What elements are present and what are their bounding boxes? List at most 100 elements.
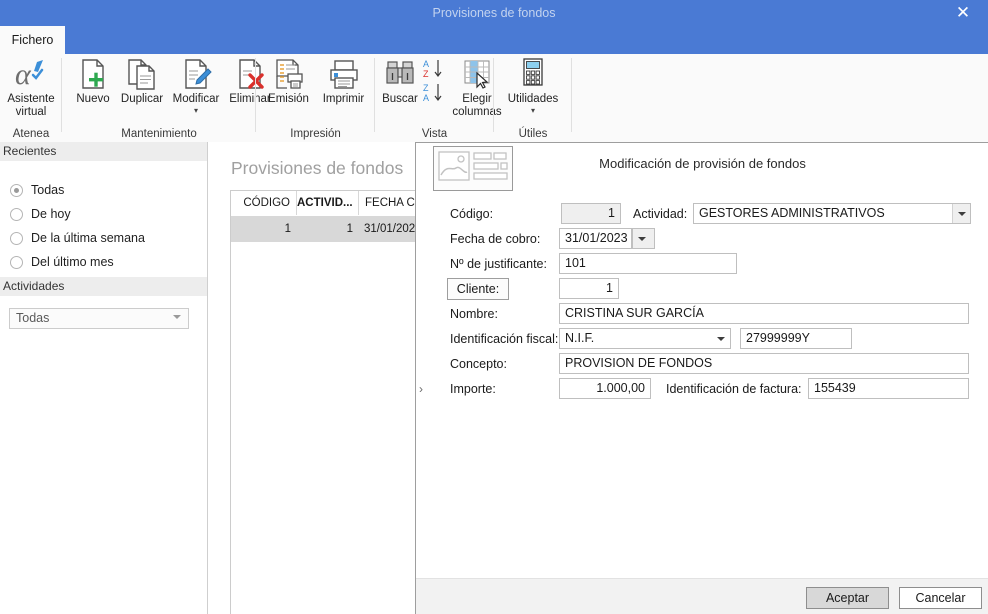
identificacion-factura-field[interactable]: 155439	[808, 378, 969, 399]
asistente-virtual-button[interactable]: α Asistente virtual	[2, 56, 60, 119]
actividad-select[interactable]: GESTORES ADMINISTRATIVOS	[693, 203, 971, 224]
ribbon-group-atenea: α Asistente virtual Atenea	[0, 54, 62, 142]
title-bar: Provisiones de fondos ✕	[0, 0, 988, 26]
chevron-down-icon[interactable]: ▾	[167, 107, 225, 115]
asistente-virtual-label-2: virtual	[15, 106, 47, 118]
tab-strip: Fichero	[0, 26, 988, 54]
new-document-icon	[67, 56, 119, 92]
cliente-field[interactable]: 1	[559, 278, 619, 299]
importe-field[interactable]: 1.000,00	[559, 378, 651, 399]
imprimir-button[interactable]: Imprimir	[316, 56, 371, 106]
filter-option-ultima-semana[interactable]: De la última semana	[10, 228, 145, 248]
dialog-footer: Aceptar Cancelar	[416, 578, 988, 614]
nuevo-button[interactable]: Nuevo	[67, 56, 119, 106]
utilidades-button[interactable]: Utilidades ▾	[496, 56, 570, 115]
duplicar-button[interactable]: Duplicar	[115, 56, 169, 106]
tab-fichero[interactable]: Fichero	[0, 26, 65, 54]
actividades-select[interactable]: Todas	[9, 308, 189, 329]
actividades-select-value: Todas	[16, 311, 50, 325]
concepto-field[interactable]: PROVISION DE FONDOS	[559, 353, 969, 374]
emision-button[interactable]: Emisión	[261, 56, 316, 106]
fecha-cobro-dropdown-button[interactable]	[632, 228, 655, 249]
buscar-button[interactable]: Buscar	[375, 56, 425, 106]
chevron-down-icon[interactable]	[633, 229, 654, 248]
svg-text:A: A	[423, 59, 429, 69]
report-emission-icon	[261, 56, 316, 92]
identificacion-fiscal-numero-field[interactable]: 27999999Y	[740, 328, 852, 349]
cliente-button[interactable]: Cliente:	[447, 278, 509, 300]
fecha-cobro-value: 31/01/2023	[565, 231, 628, 245]
actividad-label: Actividad:	[633, 207, 688, 221]
fecha-cobro-datepicker[interactable]: 31/01/2023	[559, 228, 632, 249]
form-row-fecha: Fecha de cobro: 31/01/2023	[416, 228, 988, 250]
modificar-label: Modificar	[172, 93, 220, 105]
form-row-concepto: Concepto: PROVISION DE FONDOS	[416, 353, 988, 375]
form-row-codigo: Código: 1 Actividad: GESTORES ADMINISTRA…	[416, 203, 988, 225]
identificacion-factura-label: Identificación de factura:	[666, 382, 802, 396]
sort-ascending-button[interactable]: A Z	[422, 58, 446, 81]
form-row-justificante: Nº de justificante: 101	[416, 253, 988, 275]
form-row-cliente: Cliente: 1	[416, 278, 988, 300]
radio-icon-ultimo-mes[interactable]	[10, 255, 23, 269]
modification-dialog: Modificación de provisión de fondos Códi…	[415, 142, 988, 614]
radio-icon-todas[interactable]	[10, 183, 23, 197]
duplicar-label: Duplicar	[120, 93, 164, 105]
asistente-virtual-label-1: Asistente	[7, 93, 55, 105]
ribbon-group-vista: Buscar A Z Z A Elegir columnas Vista	[375, 54, 502, 142]
fecha-cobro-label: Fecha de cobro:	[450, 232, 541, 246]
ribbon-group-utiles: Utilidades ▾ Útiles	[494, 54, 572, 142]
dialog-title: Modificación de provisión de fondos	[599, 156, 806, 171]
chevron-down-icon[interactable]: ▾	[496, 107, 570, 115]
nombre-field[interactable]: CRISTINA SUR GARCÍA	[559, 303, 969, 324]
sidebar-section-recientes-header: Recientes	[0, 142, 207, 161]
ribbon-separator	[571, 58, 572, 132]
filter-option-todas-label: Todas	[31, 183, 65, 197]
svg-text:Z: Z	[423, 83, 429, 93]
chevron-down-icon[interactable]	[712, 329, 730, 348]
modificar-button[interactable]: Modificar ▾	[167, 56, 225, 115]
page-title: Provisiones de fondos	[231, 158, 404, 178]
grid-column-header-actividad[interactable]: ACTIVID...	[297, 191, 359, 215]
svg-text:A: A	[423, 93, 429, 103]
justificante-field[interactable]: 101	[559, 253, 737, 274]
duplicate-document-icon	[115, 56, 169, 92]
codigo-label: Código:	[450, 207, 494, 221]
emision-label: Emisión	[268, 93, 309, 105]
imprimir-label: Imprimir	[322, 93, 365, 105]
codigo-field[interactable]: 1	[561, 203, 621, 224]
sidebar-section-actividades-header: Actividades	[0, 277, 207, 296]
edit-document-icon	[167, 56, 225, 92]
chevron-down-icon[interactable]	[952, 204, 970, 223]
filter-option-todas[interactable]: Todas	[10, 180, 64, 200]
atenea-alpha-icon: α	[2, 56, 60, 92]
identificacion-fiscal-tipo-value: N.I.F.	[565, 331, 595, 345]
svg-text:Z: Z	[423, 69, 429, 79]
radio-icon-ultima-semana[interactable]	[10, 231, 23, 245]
cancelar-button[interactable]: Cancelar	[899, 587, 982, 609]
ribbon-group-atenea-title: Atenea	[12, 128, 50, 140]
justificante-label: Nº de justificante:	[450, 257, 547, 271]
form-row-nombre: Nombre: CRISTINA SUR GARCÍA	[416, 303, 988, 325]
ribbon-group-impresion: Emisión Imprimir Impresión	[256, 54, 375, 142]
printer-icon	[316, 56, 371, 92]
grid-column-header-codigo[interactable]: CÓDIGO	[231, 191, 297, 215]
svg-text:α: α	[15, 58, 32, 91]
chevron-down-icon[interactable]	[173, 315, 181, 319]
concepto-label: Concepto:	[450, 357, 507, 371]
aceptar-button[interactable]: Aceptar	[806, 587, 889, 609]
sort-ascending-icon: A Z	[422, 58, 446, 80]
ribbon-toolbar: α Asistente virtual Atenea Nuevo Duplica…	[0, 54, 988, 143]
buscar-label: Buscar	[382, 93, 418, 105]
current-row-marker-icon: ›	[419, 382, 423, 396]
radio-icon-de-hoy[interactable]	[10, 207, 23, 221]
identificacion-fiscal-tipo-select[interactable]: N.I.F.	[559, 328, 731, 349]
filter-option-ultima-semana-label: De la última semana	[31, 231, 145, 245]
sort-descending-button[interactable]: Z A	[422, 82, 446, 105]
form-row-identificacion-fiscal: Identificación fiscal: N.I.F. 27999999Y	[416, 328, 988, 350]
close-icon[interactable]: ✕	[946, 0, 980, 26]
importe-label: Importe:	[450, 382, 496, 396]
identificacion-fiscal-label: Identificación fiscal:	[450, 332, 559, 346]
ribbon-group-vista-title: Vista	[421, 128, 448, 140]
filter-option-ultimo-mes[interactable]: Del último mes	[10, 252, 114, 272]
filter-option-de-hoy[interactable]: De hoy	[10, 204, 71, 224]
